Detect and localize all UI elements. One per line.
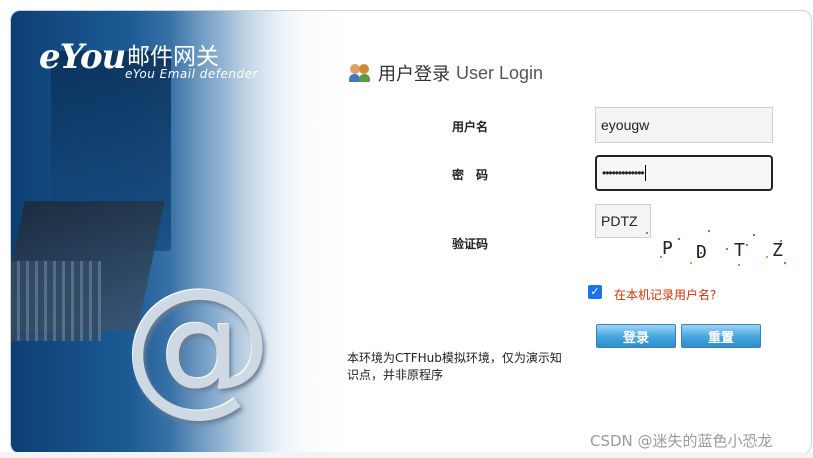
captcha-image[interactable]: P D T Z [638,226,792,270]
remember-label[interactable]: 在本机记录用户名? [614,286,716,303]
password-value: ••••••••••••• [602,166,645,180]
captcha-value: PDTZ [601,213,638,229]
username-input[interactable]: eyougw [595,107,773,143]
watermark: CSDN @迷失的蓝色小恐龙 [590,432,773,450]
password-label: 密 码 [452,168,489,182]
login-title-cn: 用户登录 [378,64,450,85]
captcha-glyph-2: D [696,242,707,263]
login-title-en: User Login [456,62,544,83]
logo: eYou 邮件网关 eYou Email defender [39,37,257,81]
users-icon [348,62,372,84]
keyboard-graphic [11,261,101,341]
page-bottom [0,452,813,458]
captcha-glyph-3: T [734,240,745,261]
text-caret [644,165,646,181]
login-button[interactable]: 登录 [596,324,676,348]
logo-subtitle: eYou Email defender [125,67,258,81]
captcha-glyph-1: P [662,238,673,259]
remember-checkbox[interactable]: ✓ [588,285,602,299]
environment-notice: 本环境为CTFHub模拟环境，仅为演示知识点，并非原程序 [347,351,562,382]
reset-button[interactable]: 重置 [681,324,761,348]
username-value: eyougw [601,117,650,133]
at-sign-icon: @ [123,257,273,431]
logo-name: 邮件网关 [127,44,219,70]
captcha-glyph-4: Z [772,240,783,261]
logo-brand: eYou [39,37,126,77]
username-label: 用户名 [452,120,489,134]
login-title: 用户登录 User Login [348,60,543,86]
banner-image: @ eYou 邮件网关 eYou Email defender [11,11,351,453]
captcha-label: 验证码 [452,237,489,251]
password-input[interactable]: ••••••••••••• [595,155,773,191]
